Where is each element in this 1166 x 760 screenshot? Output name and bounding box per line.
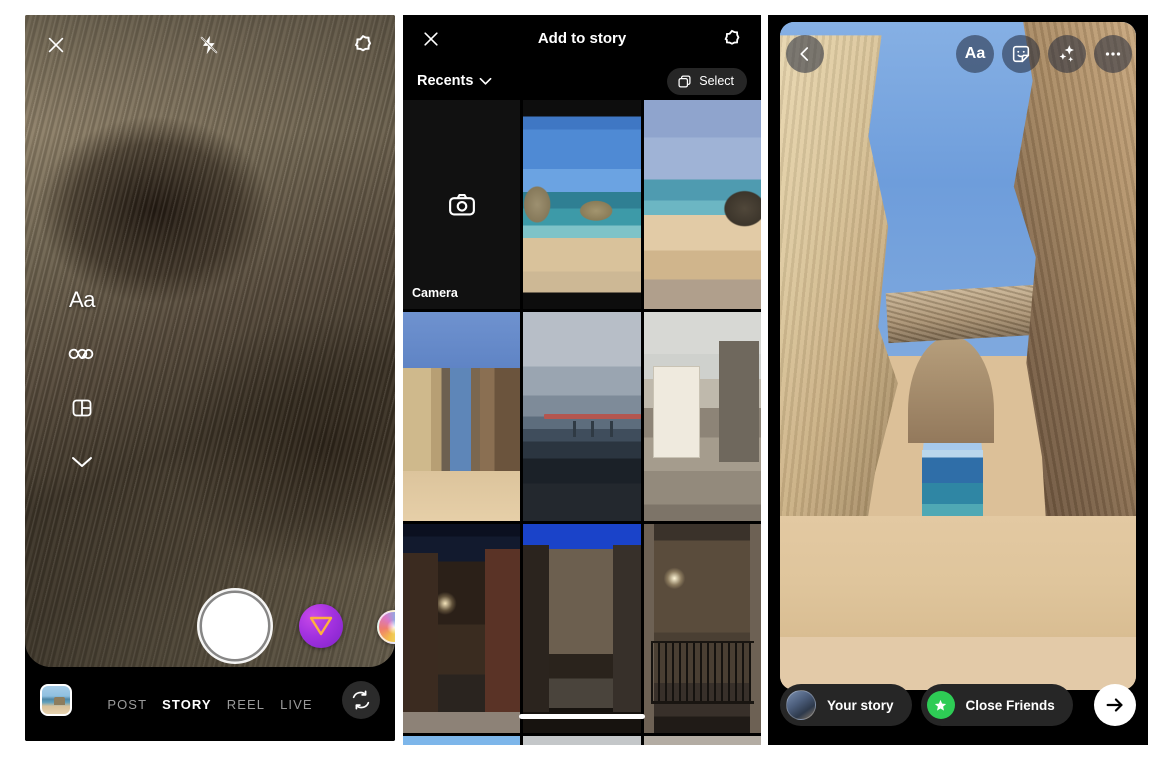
camera-tools-rail: Aa <box>65 283 99 479</box>
photo-rock-arch-span <box>885 285 1038 344</box>
photo-night-balcony <box>643 524 761 733</box>
photo-beach-cliff <box>643 100 761 309</box>
text-tool[interactable]: Aa <box>65 283 99 317</box>
media-item-forth-bridge[interactable] <box>523 312 641 521</box>
street-building <box>718 341 759 463</box>
album-label: Recents <box>417 73 474 89</box>
add-to-story-panel: Add to story Recents Select Camera <box>403 15 761 745</box>
camera-icon <box>448 193 475 215</box>
media-item-partial-sky[interactable] <box>403 736 521 745</box>
photo-forth-bridge <box>523 312 641 521</box>
back-chevron-icon[interactable] <box>786 35 824 73</box>
close-icon[interactable] <box>45 34 67 56</box>
avatar <box>786 690 816 720</box>
your-story-button[interactable]: Your story <box>780 684 912 726</box>
bridge-pier <box>591 420 595 438</box>
select-button-label: Select <box>699 74 734 88</box>
story-editor-panel: Aa Your story Close Friends <box>768 15 1148 745</box>
close-friends-button[interactable]: Close Friends <box>920 684 1073 726</box>
infinity-icon[interactable] <box>65 337 99 371</box>
photo-beach-rock <box>523 100 641 309</box>
album-selector[interactable]: Recents <box>417 73 492 89</box>
sticker-smiley-icon[interactable] <box>1002 35 1040 73</box>
media-item-night-square[interactable] <box>523 524 641 733</box>
page-title: Add to story <box>537 30 627 47</box>
capture-mode-tabs: POST STORY REEL LIVE <box>25 667 395 741</box>
send-arrow-icon[interactable] <box>1094 684 1136 726</box>
photo-ocean <box>922 449 983 523</box>
flash-off-icon[interactable] <box>198 34 220 56</box>
story-bottombar: Your story Close Friends <box>768 683 1148 727</box>
your-story-label: Your story <box>827 697 894 713</box>
story-photo-preview[interactable] <box>780 22 1136 690</box>
camera-topbar <box>25 15 395 75</box>
mode-tab-live[interactable]: LIVE <box>280 697 313 712</box>
gallery-topbar: Add to story <box>403 15 761 62</box>
photo-sand <box>780 516 1136 637</box>
select-button[interactable]: Select <box>667 67 747 95</box>
text-tool-label: Aa <box>69 287 95 312</box>
media-item-cobbled-street[interactable] <box>643 312 761 521</box>
chevron-down-icon[interactable] <box>65 445 99 479</box>
square-wall-left <box>523 544 550 713</box>
screenshot-root: Aa POST STORY REEL LIVE Add to story Rec… <box>0 0 1166 760</box>
photo-partial-stone <box>643 736 761 745</box>
street-house <box>653 366 700 459</box>
media-item-night-alley[interactable] <box>403 524 521 733</box>
filter-triangle[interactable] <box>299 604 343 648</box>
ellipsis-icon[interactable] <box>1094 35 1132 73</box>
mode-tab-reel[interactable]: REEL <box>227 697 265 712</box>
media-item-beach-cliff[interactable] <box>643 100 761 309</box>
media-grid: Camera <box>403 100 761 745</box>
photo-partial-grey <box>523 736 641 745</box>
alley-wall-left <box>403 553 439 713</box>
shutter-button[interactable] <box>202 593 268 659</box>
gallery-subbar: Recents Select <box>403 62 761 100</box>
settings-gear-icon[interactable] <box>721 28 743 50</box>
layout-grid-icon[interactable] <box>65 391 99 425</box>
media-item-partial-stone[interactable] <box>643 736 761 745</box>
text-tool-label: Aa <box>964 45 986 62</box>
photo-night-alley <box>403 524 521 733</box>
close-friends-star-icon <box>926 691 955 719</box>
media-item-beach-rock[interactable] <box>523 100 641 309</box>
photo-rock-arch <box>403 312 521 521</box>
media-item-night-balcony[interactable] <box>643 524 761 733</box>
multi-select-icon <box>678 74 691 88</box>
mode-tab-post[interactable]: POST <box>107 697 147 712</box>
photo-cobbled-street <box>643 312 761 521</box>
settings-gear-icon[interactable] <box>351 33 375 57</box>
story-topbar: Aa <box>768 15 1148 79</box>
flip-camera-icon[interactable] <box>342 681 380 719</box>
text-tool[interactable]: Aa <box>956 35 994 73</box>
camera-tile-label: Camera <box>412 286 458 300</box>
story-tool-group: Aa <box>956 35 1132 73</box>
bridge-span <box>544 414 641 420</box>
camera-tile[interactable]: Camera <box>403 100 521 309</box>
square-building <box>549 549 613 654</box>
photo-partial-sky <box>403 736 521 745</box>
bridge-pier <box>610 420 614 438</box>
photo-letterbox-pad <box>780 636 1136 690</box>
close-icon[interactable] <box>421 29 441 49</box>
balcony-railing <box>650 641 754 704</box>
instagram-camera-panel: Aa POST STORY REEL LIVE <box>25 15 395 741</box>
home-indicator <box>519 714 645 719</box>
media-item-rock-arch[interactable] <box>403 312 521 521</box>
photo-night-square <box>523 524 641 733</box>
chevron-down-icon <box>479 77 492 85</box>
media-item-partial-grey[interactable] <box>523 736 641 745</box>
alley-wall-right <box>485 549 521 713</box>
square-wall-right <box>612 544 641 713</box>
mode-tab-story[interactable]: STORY <box>162 697 212 712</box>
close-friends-label: Close Friends <box>965 697 1055 713</box>
camera-bottombar: POST STORY REEL LIVE <box>25 667 395 741</box>
bridge-pier <box>572 420 576 438</box>
sparkles-icon[interactable] <box>1048 35 1086 73</box>
